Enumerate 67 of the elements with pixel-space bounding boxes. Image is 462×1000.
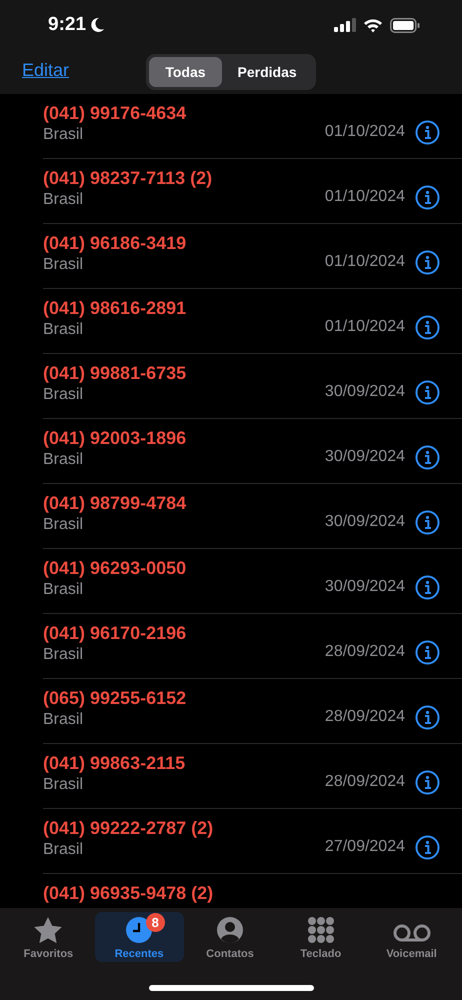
- call-location: Brasil: [43, 126, 84, 144]
- phone-number[interactable]: (065) 99255-6152: [43, 688, 325, 709]
- call-location: Brasil: [43, 841, 84, 859]
- star-icon: [33, 916, 64, 944]
- phone-number[interactable]: (041) 92003-1896: [43, 428, 325, 449]
- call-date: 01/10/2024: [324, 253, 405, 271]
- tab-bar-item[interactable]: Recentes 8: [94, 912, 184, 962]
- edit-link[interactable]: Editar: [22, 60, 70, 81]
- info-icon[interactable]: [415, 835, 440, 860]
- status-time: 9:21: [48, 14, 86, 36]
- call-date: 28/09/2024: [324, 643, 405, 661]
- tab-bar-item[interactable]: Teclado: [276, 912, 366, 962]
- phone-number[interactable]: (041) 96293-0050: [43, 558, 325, 579]
- call-date: 01/10/2024: [324, 188, 405, 206]
- call-date: 28/09/2024: [324, 708, 405, 726]
- segment-tab[interactable]: Todas: [149, 57, 222, 87]
- call-date: 30/09/2024: [324, 383, 405, 401]
- person-icon: [216, 916, 244, 944]
- phone-number[interactable]: (041) 96170-2196: [43, 623, 325, 644]
- call-date: 30/09/2024: [324, 448, 405, 466]
- phone-number[interactable]: (041) 98237-7113 (2): [43, 168, 325, 189]
- info-icon[interactable]: [415, 185, 440, 210]
- call-location: Brasil: [43, 516, 84, 534]
- call-date: 30/09/2024: [324, 513, 405, 531]
- segment-tab[interactable]: Perdidas: [222, 57, 313, 87]
- tab-bar-item[interactable]: Contatos: [186, 912, 274, 962]
- call-location: Brasil: [43, 256, 84, 274]
- battery-icon: [390, 18, 420, 32]
- call-date: 01/10/2024: [324, 123, 405, 141]
- phone-number[interactable]: (041) 98616-2891: [43, 298, 325, 319]
- tab-bar-item[interactable]: Favoritos: [4, 912, 93, 962]
- call-location: Brasil: [43, 581, 84, 599]
- wifi-icon: [363, 18, 383, 32]
- call-location: Brasil: [43, 646, 84, 664]
- call-date: 30/09/2024: [324, 578, 405, 596]
- call-location: Brasil: [43, 451, 84, 469]
- info-icon[interactable]: [415, 510, 440, 535]
- phone-number[interactable]: (041) 96186-3419: [43, 233, 325, 254]
- info-icon[interactable]: [415, 250, 440, 275]
- info-icon[interactable]: [415, 120, 440, 145]
- info-icon[interactable]: [415, 315, 440, 340]
- info-icon[interactable]: [415, 705, 440, 730]
- call-location: Brasil: [43, 386, 84, 404]
- phone-number[interactable]: (041) 98799-4784: [43, 493, 325, 514]
- tab-bar-item[interactable]: Voicemail: [367, 912, 456, 962]
- signal-icon: [334, 18, 356, 32]
- call-location: Brasil: [43, 191, 84, 209]
- info-icon[interactable]: [415, 770, 440, 795]
- info-icon[interactable]: [415, 640, 440, 665]
- phone-number[interactable]: (041) 99222-2787 (2): [43, 818, 325, 839]
- call-location: Brasil: [43, 321, 84, 339]
- phone-number[interactable]: (041) 99176-4634: [43, 103, 325, 124]
- keypad-icon: [306, 916, 335, 944]
- info-icon[interactable]: [415, 445, 440, 470]
- phone-number[interactable]: (041) 99881-6735: [43, 363, 325, 384]
- voicemail-icon: [392, 922, 432, 944]
- call-date: 27/09/2024: [324, 838, 405, 856]
- call-location: Brasil: [43, 776, 84, 794]
- info-icon[interactable]: [415, 575, 440, 600]
- notification-badge: 8: [146, 913, 165, 932]
- call-date: 01/10/2024: [324, 318, 405, 336]
- phone-number[interactable]: (041) 96935-9478 (2): [43, 883, 440, 904]
- call-location: Brasil: [43, 711, 84, 729]
- moon-icon: [89, 17, 106, 33]
- info-icon[interactable]: [415, 380, 440, 405]
- call-date: 28/09/2024: [324, 773, 405, 791]
- phone-number[interactable]: (041) 99863-2115: [43, 753, 325, 774]
